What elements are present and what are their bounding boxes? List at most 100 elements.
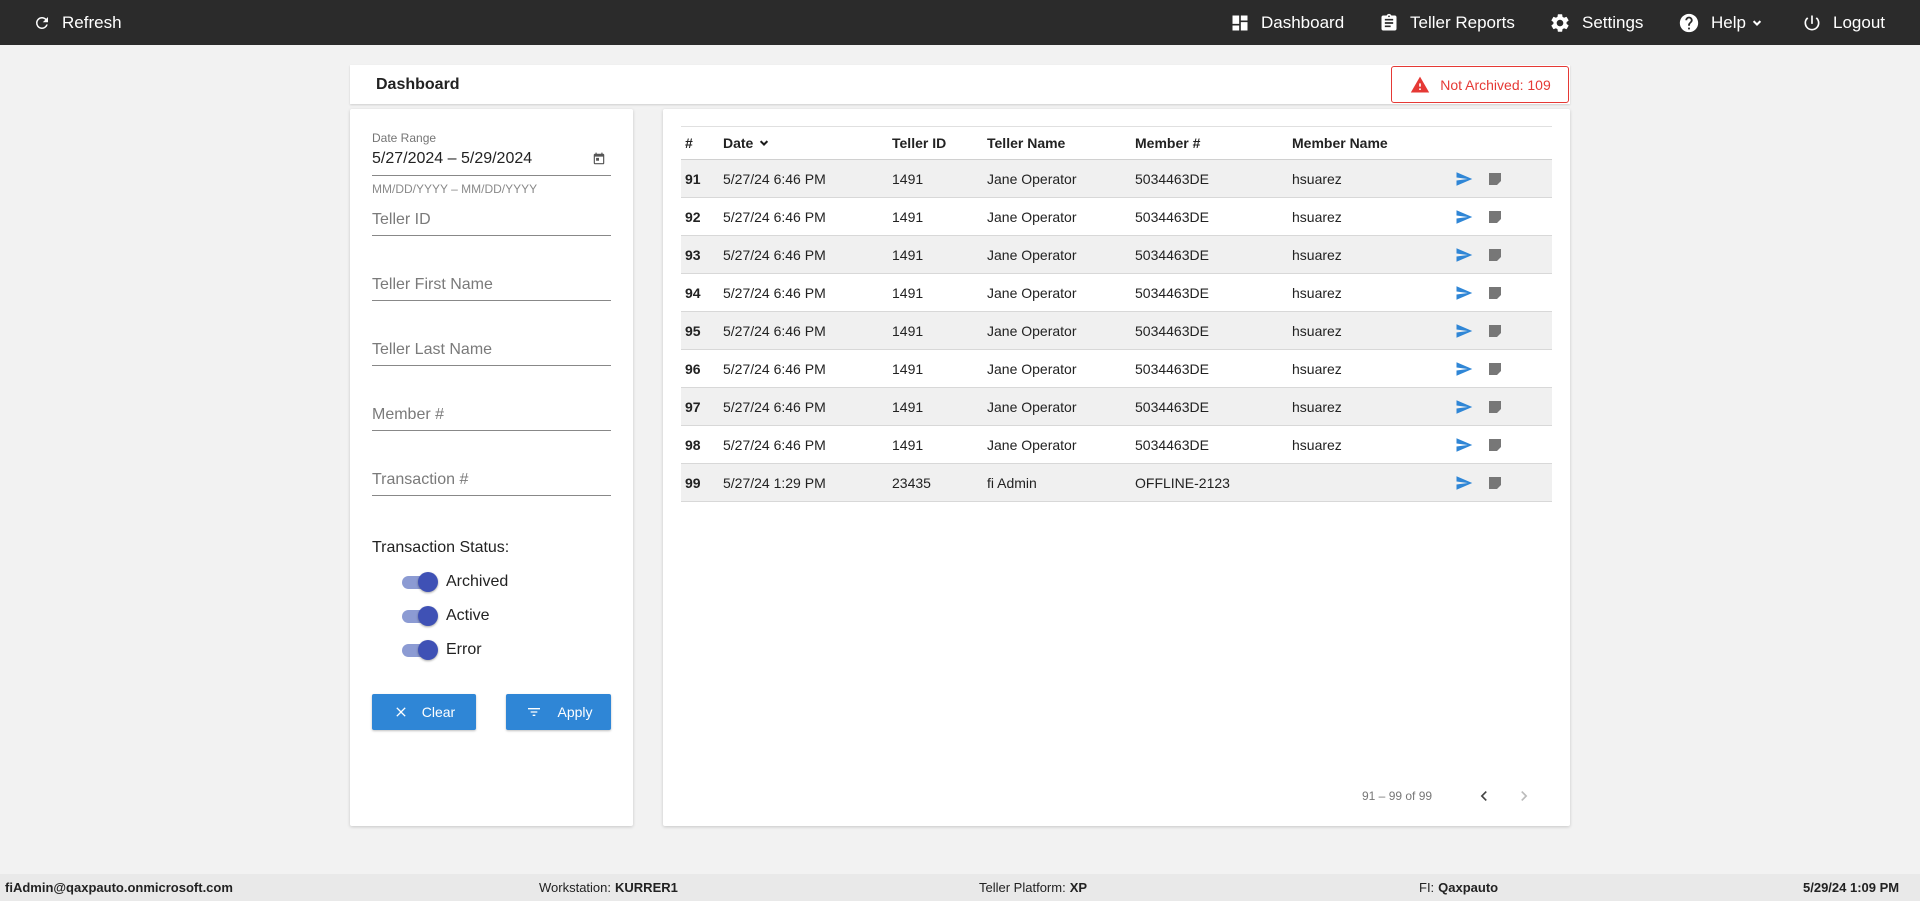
active-toggle[interactable]: Active	[402, 606, 490, 626]
calendar-icon[interactable]	[592, 152, 606, 166]
row-number: 91	[685, 170, 701, 187]
page-title: Dashboard	[376, 75, 460, 93]
teller-id-input[interactable]	[372, 206, 611, 234]
row-date: 5/27/24 6:46 PM	[723, 398, 826, 415]
table-row[interactable]: 91 5/27/24 6:46 PM 1491 Jane Operator 503446…	[681, 160, 1552, 198]
send-icon[interactable]	[1454, 274, 1474, 311]
close-icon	[396, 707, 406, 717]
send-icon[interactable]	[1454, 160, 1474, 197]
table-body: 91 5/27/24 6:46 PM 1491 Jane Operator 503446…	[681, 160, 1552, 502]
nav-teller-reports[interactable]: Teller Reports	[1379, 0, 1515, 45]
footer-platform: Teller Platform: XP	[979, 874, 1087, 901]
apply-button[interactable]: Apply	[506, 694, 611, 730]
header-date-label: Date	[723, 135, 754, 151]
header-teller-name: Teller Name	[987, 135, 1066, 151]
footer-user: fiAdmin@qaxpauto.onmicrosoft.com	[5, 880, 233, 895]
note-icon[interactable]	[1487, 388, 1503, 425]
note-icon[interactable]	[1487, 426, 1503, 463]
nav-dashboard[interactable]: Dashboard	[1230, 0, 1344, 45]
send-icon[interactable]	[1454, 464, 1474, 501]
refresh-button[interactable]: Refresh	[33, 0, 122, 45]
note-icon[interactable]	[1487, 312, 1503, 349]
footer-workstation-label: Workstation:	[539, 880, 612, 895]
pagination-range: 91 – 99 of 99	[1362, 789, 1433, 803]
send-icon[interactable]	[1454, 236, 1474, 273]
nav-help-label: Help	[1711, 12, 1746, 32]
table-row[interactable]: 95 5/27/24 6:46 PM 1491 Jane Operator 503446…	[681, 312, 1552, 350]
row-date: 5/27/24 6:46 PM	[723, 322, 826, 339]
warning-icon	[1411, 76, 1430, 92]
nav-settings[interactable]: Settings	[1549, 0, 1643, 45]
row-date: 5/27/24 6:46 PM	[723, 208, 826, 225]
page-header: Dashboard	[350, 65, 1570, 104]
next-page-icon[interactable]	[1514, 786, 1534, 806]
error-toggle-label: Error	[446, 641, 482, 658]
footer-fi: FI: Qaxpauto	[1419, 874, 1498, 901]
archived-toggle[interactable]: Archived	[402, 572, 508, 592]
header-date[interactable]: Date	[723, 127, 771, 159]
row-date: 5/27/24 6:46 PM	[723, 436, 826, 453]
member-number-input[interactable]	[372, 401, 611, 429]
clipboard-icon	[1381, 13, 1397, 31]
row-number: 96	[685, 360, 701, 377]
send-icon[interactable]	[1454, 198, 1474, 235]
top-nav-bar: Refresh Dashboard Teller Reports Setting…	[0, 0, 1920, 45]
filter-icon	[528, 708, 541, 716]
nav-help[interactable]: Help	[1678, 0, 1764, 45]
header-teller-id: Teller ID	[892, 135, 947, 151]
logout-button[interactable]: Logout	[1802, 0, 1885, 45]
footer-platform-label: Teller Platform:	[979, 880, 1066, 895]
table-row[interactable]: 92 5/27/24 6:46 PM 1491 Jane Operator 503446…	[681, 198, 1552, 236]
row-teller-name: fi Admin	[987, 474, 1037, 491]
row-teller-name: Jane Operator	[987, 436, 1077, 453]
row-member-name: hsuarez	[1292, 360, 1342, 377]
teller-first-name-field	[372, 271, 611, 301]
note-icon[interactable]	[1487, 274, 1503, 311]
row-number: 94	[685, 284, 701, 301]
send-icon[interactable]	[1454, 388, 1474, 425]
row-number: 98	[685, 436, 701, 453]
date-range-input[interactable]: 5/27/2024 – 5/29/2024	[372, 150, 532, 168]
table-row[interactable]: 98 5/27/24 6:46 PM 1491 Jane Operator 503446…	[681, 426, 1552, 464]
row-member-name: hsuarez	[1292, 436, 1342, 453]
table-row[interactable]: 93 5/27/24 6:46 PM 1491 Jane Operator 503446…	[681, 236, 1552, 274]
table-row[interactable]: 94 5/27/24 6:46 PM 1491 Jane Operator 503446…	[681, 274, 1552, 312]
teller-last-name-input[interactable]	[372, 336, 611, 364]
send-icon[interactable]	[1454, 312, 1474, 349]
refresh-label: Refresh	[62, 12, 122, 32]
row-member-number: 5034463DE	[1135, 284, 1209, 301]
note-icon[interactable]	[1487, 236, 1503, 273]
note-icon[interactable]	[1487, 464, 1503, 501]
row-teller-id: 23435	[892, 474, 931, 491]
row-date: 5/27/24 6:46 PM	[723, 360, 826, 377]
active-toggle-label: Active	[446, 607, 490, 624]
row-number: 97	[685, 398, 701, 415]
row-teller-name: Jane Operator	[987, 246, 1077, 263]
not-archived-badge[interactable]: Not Archived: 109	[1391, 66, 1569, 103]
note-icon[interactable]	[1487, 198, 1503, 235]
row-member-name: hsuarez	[1292, 284, 1342, 301]
table-row[interactable]: 97 5/27/24 6:46 PM 1491 Jane Operator 503446…	[681, 388, 1552, 426]
row-member-name: hsuarez	[1292, 398, 1342, 415]
teller-first-name-input[interactable]	[372, 271, 611, 299]
table-row[interactable]: 99 5/27/24 1:29 PM 23435 fi Admin OFFLINE-21…	[681, 464, 1552, 502]
header-member-number: Member #	[1135, 135, 1201, 151]
sort-chevron-down-icon	[760, 140, 769, 146]
toggle-switch[interactable]	[402, 572, 438, 592]
teller-id-field	[372, 206, 611, 236]
row-member-number: 5034463DE	[1135, 436, 1209, 453]
row-member-name: hsuarez	[1292, 170, 1342, 187]
note-icon[interactable]	[1487, 160, 1503, 197]
send-icon[interactable]	[1454, 426, 1474, 463]
previous-page-icon[interactable]	[1474, 786, 1494, 806]
toggle-switch[interactable]	[402, 606, 438, 626]
error-toggle[interactable]: Error	[402, 640, 482, 660]
transaction-number-input[interactable]	[372, 466, 611, 494]
clear-button[interactable]: Clear	[372, 694, 476, 730]
table-row[interactable]: 96 5/27/24 6:46 PM 1491 Jane Operator 503446…	[681, 350, 1552, 388]
row-teller-id: 1491	[892, 170, 924, 187]
row-member-number: 5034463DE	[1135, 170, 1209, 187]
note-icon[interactable]	[1487, 350, 1503, 387]
send-icon[interactable]	[1454, 350, 1474, 387]
toggle-switch[interactable]	[402, 640, 438, 660]
